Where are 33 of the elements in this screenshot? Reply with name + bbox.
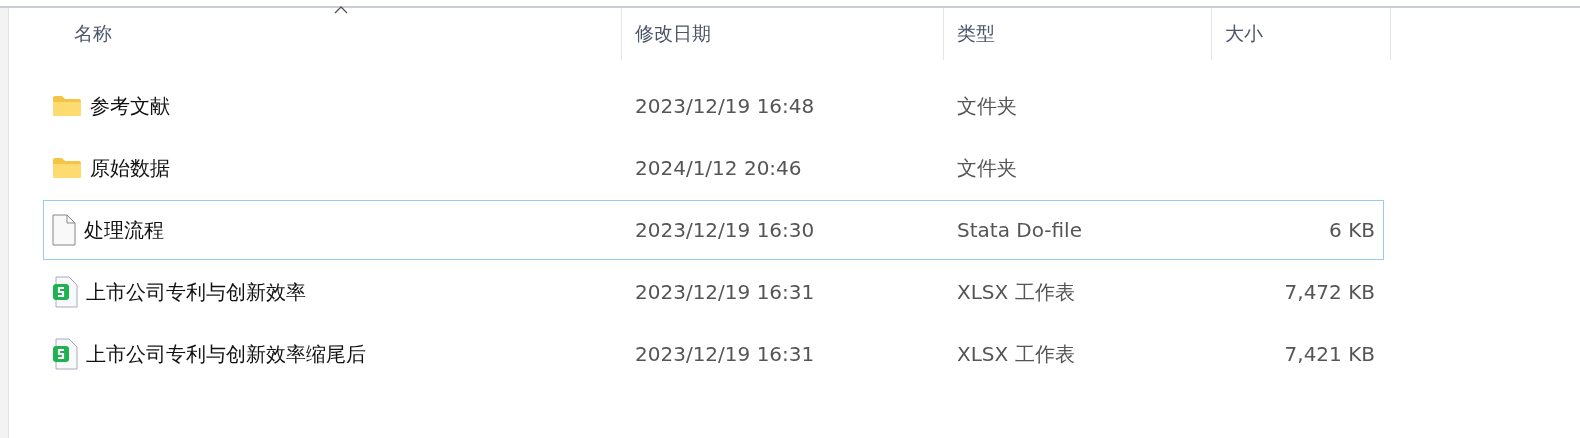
modified-date: 2023/12/19 16:31 (635, 342, 815, 366)
file-name: 上市公司专利与创新效率缩尾后 (86, 340, 366, 368)
file-type: 文件夹 (957, 155, 1017, 180)
column-header[interactable]: 类型 (944, 8, 1212, 60)
file-row[interactable]: 原始数据 2024/1/12 20:46 文件夹 (43, 138, 1384, 198)
file-type: Stata Do-file (957, 218, 1082, 242)
file-size: 6 KB (1329, 218, 1375, 242)
modified-date: 2023/12/19 16:31 (635, 280, 815, 304)
sort-caret-icon (334, 6, 348, 14)
column-header[interactable]: 修改日期 (622, 8, 944, 60)
file-row[interactable]: 参考文献 2023/12/19 16:48 文件夹 (43, 76, 1384, 136)
file-size: 7,472 KB (1284, 280, 1375, 304)
spreadsheet-icon (52, 276, 78, 308)
column-header[interactable]: 名称 (43, 8, 622, 60)
modified-date: 2023/12/19 16:30 (635, 218, 815, 242)
file-name: 参考文献 (90, 92, 170, 120)
folder-icon (52, 95, 82, 117)
modified-date: 2023/12/19 16:48 (635, 94, 815, 118)
file-size: 7,421 KB (1284, 342, 1375, 366)
file-type: 文件夹 (957, 93, 1017, 118)
file-row[interactable]: 上市公司专利与创新效率 2023/12/19 16:31 XLSX 工作表 7,472 KB (43, 262, 1384, 322)
folder-icon (52, 157, 82, 179)
file-name: 处理流程 (84, 216, 164, 244)
document-icon (52, 214, 76, 246)
file-name: 原始数据 (90, 154, 170, 182)
file-type: XLSX 工作表 (957, 279, 1075, 304)
spreadsheet-icon (52, 338, 78, 370)
file-name: 上市公司专利与创新效率 (86, 278, 306, 306)
modified-date: 2024/1/12 20:46 (635, 156, 802, 180)
file-row[interactable]: 处理流程 2023/12/19 16:30 Stata Do-file 6 KB (43, 200, 1384, 260)
file-row[interactable]: 上市公司专利与创新效率缩尾后 2023/12/19 16:31 XLSX 工作表 7,421 KB (43, 324, 1384, 384)
file-type: XLSX 工作表 (957, 341, 1075, 366)
column-header[interactable]: 大小 (1212, 8, 1391, 60)
